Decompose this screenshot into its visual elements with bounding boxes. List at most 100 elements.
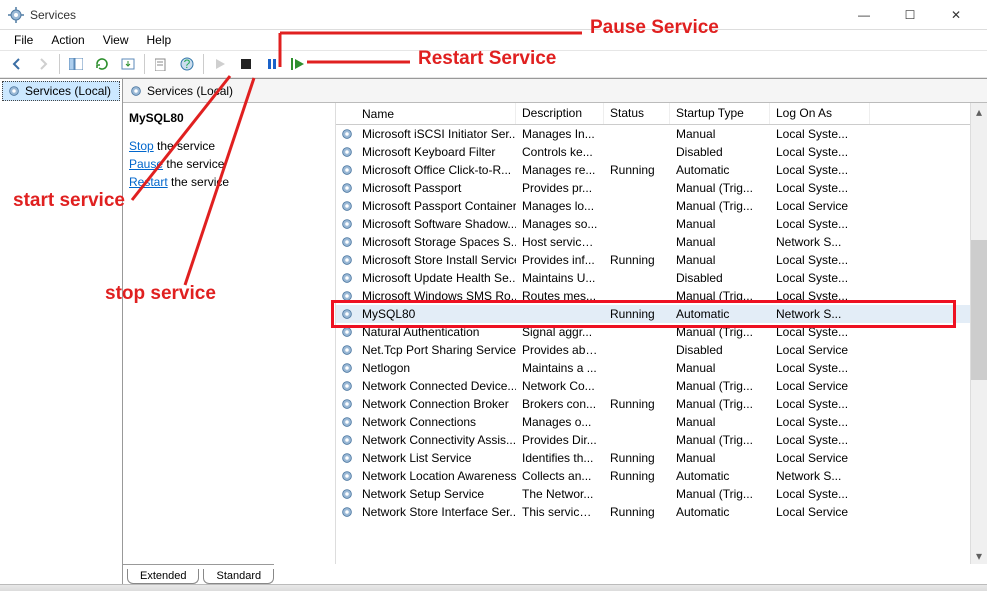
col-startup[interactable]: Startup Type bbox=[670, 103, 770, 124]
show-hide-tree-button[interactable] bbox=[64, 53, 88, 75]
cell-description: Network Co... bbox=[516, 378, 604, 394]
stop-service-button[interactable] bbox=[234, 53, 258, 75]
cell-startup: Disabled bbox=[670, 144, 770, 160]
toolbar: ? bbox=[0, 50, 987, 78]
pane-header: Services (Local) bbox=[123, 79, 987, 103]
tab-standard[interactable]: Standard bbox=[203, 569, 274, 584]
tab-extended[interactable]: Extended bbox=[127, 569, 199, 584]
menu-action[interactable]: Action bbox=[43, 31, 92, 49]
console-tree[interactable]: Services (Local) bbox=[0, 79, 123, 584]
close-button[interactable]: ✕ bbox=[933, 0, 979, 30]
cell-status bbox=[604, 133, 670, 135]
help-button[interactable]: ? bbox=[175, 53, 199, 75]
cell-startup: Manual (Trig... bbox=[670, 486, 770, 502]
cell-status bbox=[604, 241, 670, 243]
service-row[interactable]: Network Store Interface Ser...This servi… bbox=[336, 503, 970, 521]
service-row[interactable]: NetlogonMaintains a ...ManualLocal Syste… bbox=[336, 359, 970, 377]
cell-description: Controls ke... bbox=[516, 144, 604, 160]
service-row[interactable]: Network Setup ServiceThe Networ...Manual… bbox=[336, 485, 970, 503]
gear-icon bbox=[7, 84, 21, 98]
service-row[interactable]: Microsoft Keyboard FilterControls ke... D… bbox=[336, 143, 970, 161]
cell-startup: Manual bbox=[670, 252, 770, 268]
col-status[interactable]: Status bbox=[604, 103, 670, 124]
start-service-button[interactable] bbox=[208, 53, 232, 75]
cell-logon: Network S... bbox=[770, 234, 870, 250]
service-row[interactable]: Microsoft Storage Spaces S...Host servic… bbox=[336, 233, 970, 251]
cell-status bbox=[604, 367, 670, 369]
scroll-down-button[interactable]: ▾ bbox=[971, 547, 987, 564]
service-row[interactable]: Net.Tcp Port Sharing ServiceProvides abi… bbox=[336, 341, 970, 359]
cell-logon: Local Syste... bbox=[770, 144, 870, 160]
col-logon[interactable]: Log On As bbox=[770, 103, 870, 124]
service-row[interactable]: Network Connection BrokerBrokers con...R… bbox=[336, 395, 970, 413]
restart-line: Restart the service bbox=[129, 173, 325, 191]
service-row[interactable]: Network Location AwarenessCollects an...… bbox=[336, 467, 970, 485]
service-row[interactable]: Network List ServiceIdentifies th...Runn… bbox=[336, 449, 970, 467]
cell-status: Running bbox=[604, 468, 670, 484]
gear-icon bbox=[340, 253, 354, 267]
cell-name: MySQL80 bbox=[356, 306, 516, 322]
list-header[interactable]: Name Description Status Startup Type Log… bbox=[336, 103, 970, 125]
cell-name: Microsoft Windows SMS Ro... bbox=[356, 288, 516, 304]
cell-logon: Local Syste... bbox=[770, 432, 870, 448]
back-button[interactable] bbox=[5, 53, 29, 75]
pause-service-button[interactable] bbox=[260, 53, 284, 75]
sheet-tabs: Extended Standard bbox=[123, 564, 274, 584]
cell-startup: Manual bbox=[670, 360, 770, 376]
service-description-panel: MySQL80 Stop the service Pause the servi… bbox=[123, 103, 335, 564]
cell-logon: Local Service bbox=[770, 504, 870, 520]
stop-service-link[interactable]: Stop bbox=[129, 139, 154, 153]
cell-startup: Manual bbox=[670, 234, 770, 250]
scroll-up-button[interactable]: ▴ bbox=[971, 103, 987, 120]
service-row[interactable]: Microsoft Office Click-to-R...Manages re… bbox=[336, 161, 970, 179]
pause-service-link[interactable]: Pause bbox=[129, 157, 163, 171]
selected-service-name: MySQL80 bbox=[129, 111, 325, 125]
cell-status bbox=[604, 439, 670, 441]
service-row[interactable]: Network Connectivity Assis...Provides Di… bbox=[336, 431, 970, 449]
refresh-button[interactable] bbox=[90, 53, 114, 75]
cell-name: Microsoft Keyboard Filter bbox=[356, 144, 516, 160]
restart-service-button[interactable] bbox=[286, 53, 310, 75]
services-list[interactable]: Name Description Status Startup Type Log… bbox=[335, 103, 970, 564]
vertical-scrollbar[interactable]: ▴ ▾ bbox=[970, 103, 987, 564]
service-row[interactable]: Natural AuthenticationSignal aggr...Manu… bbox=[336, 323, 970, 341]
col-name[interactable]: Name bbox=[356, 103, 516, 124]
cell-description: Provides inf... bbox=[516, 252, 604, 268]
gear-icon bbox=[340, 217, 354, 231]
minimize-button[interactable]: — bbox=[841, 0, 887, 30]
cell-logon: Local Syste... bbox=[770, 324, 870, 340]
properties-button[interactable] bbox=[149, 53, 173, 75]
menu-bar: File Action View Help bbox=[0, 30, 987, 50]
gear-icon bbox=[340, 127, 354, 141]
cell-status bbox=[604, 205, 670, 207]
gear-icon bbox=[340, 271, 354, 285]
gear-icon bbox=[340, 289, 354, 303]
menu-help[interactable]: Help bbox=[139, 31, 180, 49]
service-row[interactable]: Network ConnectionsManages o...ManualLoc… bbox=[336, 413, 970, 431]
scroll-thumb[interactable] bbox=[971, 240, 987, 380]
restart-service-link[interactable]: Restart bbox=[129, 175, 168, 189]
service-row[interactable]: Microsoft iSCSI Initiator Ser...Manages … bbox=[336, 125, 970, 143]
service-row[interactable]: Microsoft PassportProvides pr...Manual (… bbox=[336, 179, 970, 197]
forward-button[interactable] bbox=[31, 53, 55, 75]
service-row[interactable]: Microsoft Update Health Se...Maintains U… bbox=[336, 269, 970, 287]
service-row[interactable]: Microsoft Passport ContainerManages lo..… bbox=[336, 197, 970, 215]
gear-icon bbox=[340, 379, 354, 393]
menu-view[interactable]: View bbox=[95, 31, 137, 49]
cell-logon: Local Syste... bbox=[770, 396, 870, 412]
menu-file[interactable]: File bbox=[6, 31, 41, 49]
cell-description: Signal aggr... bbox=[516, 324, 604, 340]
service-row[interactable]: Microsoft Software Shadow...Manages so..… bbox=[336, 215, 970, 233]
export-list-button[interactable] bbox=[116, 53, 140, 75]
service-row[interactable]: MySQL80RunningAutomaticNetwork S... bbox=[336, 305, 970, 323]
maximize-button[interactable]: ☐ bbox=[887, 0, 933, 30]
cell-description: Identifies th... bbox=[516, 450, 604, 466]
service-row[interactable]: Microsoft Store Install ServiceProvides … bbox=[336, 251, 970, 269]
tree-services-local[interactable]: Services (Local) bbox=[2, 81, 120, 101]
service-row[interactable]: Network Connected Device...Network Co...… bbox=[336, 377, 970, 395]
service-row[interactable]: Microsoft Windows SMS Ro...Routes mes...… bbox=[336, 287, 970, 305]
cell-status: Running bbox=[604, 396, 670, 412]
cell-logon: Local Syste... bbox=[770, 162, 870, 178]
col-description[interactable]: Description bbox=[516, 103, 604, 124]
cell-startup: Manual (Trig... bbox=[670, 324, 770, 340]
